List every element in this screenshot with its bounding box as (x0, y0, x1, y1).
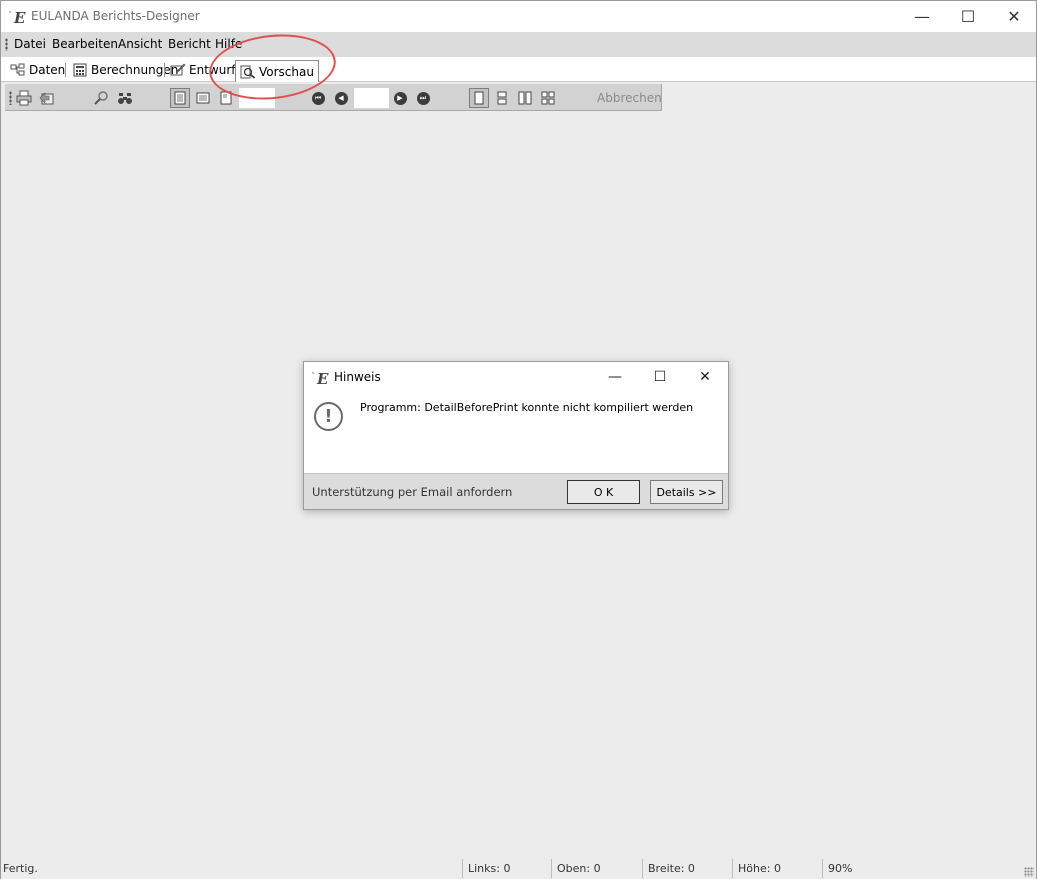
zoom-input[interactable] (239, 88, 275, 108)
page-number-input[interactable] (354, 88, 389, 108)
cancel-button[interactable]: Abbrechen (597, 91, 662, 105)
search-button[interactable] (91, 88, 111, 108)
status-bar: Fertig. Links: 0 Oben: 0 Breite: 0 Höhe:… (1, 858, 1036, 879)
tab-bar: Daten Berechnungen Entwurf Vorschau (1, 57, 1036, 82)
status-oben: Oben: 0 (557, 862, 601, 875)
eulanda-logo-icon: ᵉ E (9, 9, 26, 26)
title-bar: ᵉ E EULANDA Berichts-Designer — ☐ ✕ (1, 1, 1036, 32)
status-divider (462, 859, 463, 878)
binoculars-icon (118, 93, 132, 104)
actual-size-icon (220, 91, 232, 105)
two-pages-icon (518, 91, 532, 105)
single-page-view-button[interactable] (469, 88, 489, 108)
next-page-button[interactable]: ▶ (390, 88, 410, 108)
calculator-icon (73, 63, 87, 77)
print-button[interactable] (14, 88, 34, 108)
tab-entwurf[interactable]: Entwurf (168, 60, 235, 80)
next-page-icon: ▶ (393, 91, 407, 105)
menu-grip-icon[interactable] (5, 38, 8, 51)
magnifier-page-icon (240, 65, 256, 79)
zoom-100-button[interactable] (216, 88, 236, 108)
details-button[interactable]: Details >> (650, 480, 723, 504)
tab-label: Entwurf (189, 63, 236, 77)
export-button[interactable] (37, 88, 57, 108)
menu-bericht[interactable]: Bericht (168, 37, 211, 51)
last-page-button[interactable]: ⏭ (413, 88, 433, 108)
window-title: EULANDA Berichts-Designer (31, 9, 200, 23)
status-divider (822, 859, 823, 878)
previous-page-icon: ◀ (334, 91, 348, 105)
multi-pages-icon (541, 91, 555, 105)
dialog-message: Programm: DetailBeforePrint konnte nicht… (360, 401, 694, 414)
dialog-minimize-button[interactable]: — (603, 366, 627, 388)
minimize-button[interactable]: — (899, 1, 945, 32)
maximize-button[interactable]: ☐ (945, 1, 991, 32)
dialog-close-button[interactable]: ✕ (693, 366, 717, 388)
menu-ansicht[interactable]: Ansicht (118, 37, 162, 51)
dialog-footer: Unterstützung per Email anfordern O K De… (304, 473, 728, 509)
continuous-pages-icon (497, 91, 507, 105)
tab-berechnungen[interactable]: Berechnungen (70, 60, 178, 80)
two-page-view-button[interactable] (515, 88, 535, 108)
resize-grip-icon[interactable] (1024, 867, 1034, 877)
warning-exclamation-icon: ! (314, 402, 343, 431)
last-page-icon: ⏭ (416, 91, 430, 105)
zoom-whole-page-button[interactable] (170, 88, 190, 108)
tab-vorschau[interactable]: Vorschau (235, 60, 319, 82)
tab-label: Berechnungen (91, 63, 179, 77)
find-button[interactable] (115, 88, 135, 108)
single-page-icon (474, 91, 484, 105)
zoom-page-width-button[interactable] (193, 88, 213, 108)
tab-divider (65, 63, 66, 77)
dialog-title-bar: ᵉ E Hinweis — ☐ ✕ (304, 362, 728, 392)
email-support-link[interactable]: Unterstützung per Email anfordern (312, 485, 512, 499)
svg-text:ᵉ: ᵉ (312, 371, 315, 378)
tab-label: Daten (29, 63, 66, 77)
status-message: Fertig. (3, 862, 38, 875)
first-page-icon: ⏮ (311, 91, 325, 105)
previous-page-button[interactable]: ◀ (331, 88, 351, 108)
status-hoehe: Höhe: 0 (738, 862, 781, 875)
preview-toolbar: ⏮ ◀ ▶ ⏭ Abbrechen (5, 84, 662, 111)
tab-divider (164, 63, 165, 77)
tab-label: Vorschau (259, 64, 314, 79)
eulanda-logo-icon: ᵉ E (312, 370, 329, 387)
menu-hilfe[interactable]: Hilfe (215, 37, 242, 51)
page-width-icon (196, 92, 210, 104)
svg-text:E: E (316, 370, 329, 387)
whole-page-icon (174, 91, 186, 105)
first-page-button[interactable]: ⏮ (308, 88, 328, 108)
status-divider (732, 859, 733, 878)
menu-bearbeiten[interactable]: Bearbeiten (52, 37, 118, 51)
dialog-title: Hinweis (334, 370, 381, 384)
continuous-view-button[interactable] (492, 88, 512, 108)
menu-bar: Datei Bearbeiten Ansicht Bericht Hilfe (1, 32, 1036, 57)
status-divider (551, 859, 552, 878)
tab-daten[interactable]: Daten (8, 60, 65, 80)
data-tree-icon (10, 63, 25, 76)
multi-page-view-button[interactable] (538, 88, 558, 108)
close-button[interactable]: ✕ (991, 1, 1037, 32)
status-links: Links: 0 (468, 862, 511, 875)
app-window: ᵉ E EULANDA Berichts-Designer — ☐ ✕ Date… (0, 0, 1037, 879)
svg-text:ᵉ: ᵉ (9, 10, 12, 17)
design-pencil-icon (170, 63, 186, 76)
status-zoom: 90% (828, 862, 853, 875)
status-breite: Breite: 0 (648, 862, 695, 875)
menu-datei[interactable]: Datei (14, 37, 46, 51)
search-icon (94, 91, 108, 105)
dialog-maximize-button[interactable]: ☐ (648, 366, 672, 388)
status-divider (642, 859, 643, 878)
svg-text:E: E (13, 9, 26, 26)
export-page-icon (39, 92, 54, 105)
toolbar-grip-icon[interactable] (9, 91, 12, 105)
ok-button[interactable]: O K (567, 480, 640, 504)
hinweis-dialog: ᵉ E Hinweis — ☐ ✕ ! Programm: DetailBefo… (303, 361, 729, 510)
printer-icon (16, 90, 32, 106)
